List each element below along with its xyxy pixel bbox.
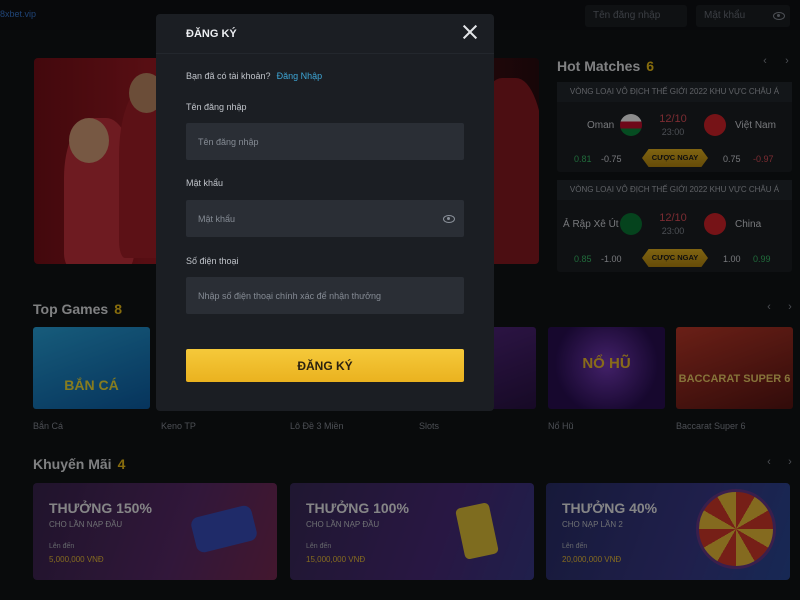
modal-title: ĐĂNG KÝ	[186, 28, 237, 40]
register-modal: ĐĂNG KÝ Bạn đã có tài khoản? Đăng Nhập Tê…	[156, 14, 494, 411]
register-button[interactable]: ĐĂNG KÝ	[186, 349, 464, 382]
modal-header: ĐĂNG KÝ	[156, 14, 494, 54]
username-field[interactable]	[186, 123, 464, 160]
password-label: Mật khẩu	[186, 178, 224, 188]
show-password-eye-icon[interactable]	[443, 215, 455, 223]
has-account-label: Bạn đã có tài khoản?	[186, 71, 271, 81]
phone-field[interactable]	[186, 277, 464, 314]
has-account-text: Bạn đã có tài khoản? Đăng Nhập	[186, 71, 322, 81]
password-field[interactable]	[186, 200, 464, 237]
phone-label: Số điện thoại	[186, 256, 239, 266]
login-link[interactable]: Đăng Nhập	[277, 71, 323, 81]
close-icon[interactable]	[462, 24, 478, 40]
username-label: Tên đăng nhập	[186, 102, 247, 112]
